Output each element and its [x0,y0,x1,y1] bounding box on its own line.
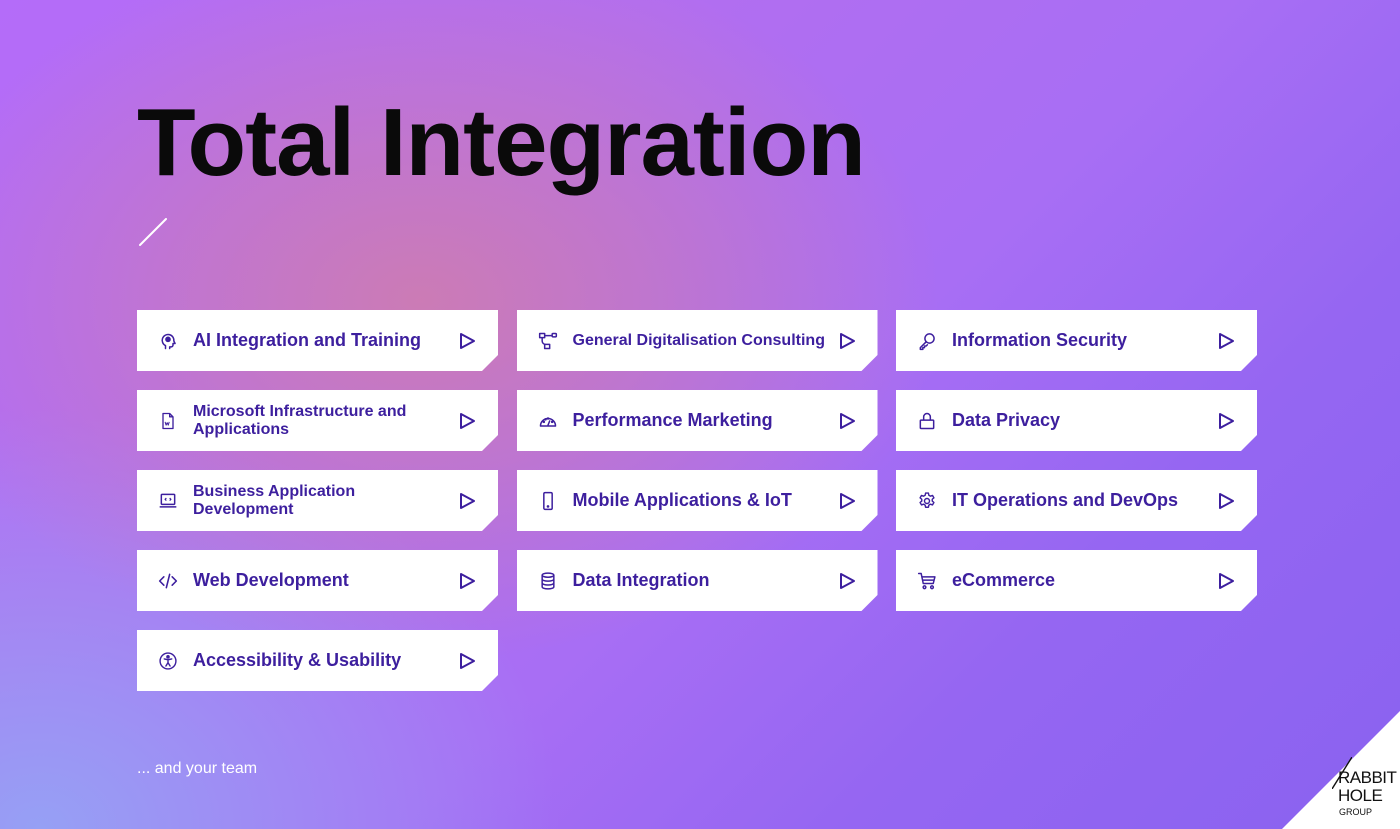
service-card-business-application-development[interactable]: Business Application Development [137,470,498,531]
play-arrow-icon [1217,572,1235,590]
lock-icon [916,410,938,432]
database-icon [537,570,559,592]
logo-line-2: HOLE [1338,786,1383,805]
play-arrow-icon [458,412,476,430]
service-label: IT Operations and DevOps [952,489,1179,510]
service-card-web-development[interactable]: Web Development [137,550,498,611]
service-card-mobile-applications[interactable]: Mobile Applications & IoT [517,470,878,531]
play-arrow-icon [838,412,856,430]
service-card-accessibility-usability[interactable]: Accessibility & Usability [137,630,498,691]
code-icon [157,570,179,592]
play-arrow-icon [458,572,476,590]
service-label: Data Integration [572,569,710,590]
service-card-information-security[interactable]: Information Security [896,310,1257,371]
play-arrow-icon [838,572,856,590]
word-document-icon [157,410,179,432]
service-card-microsoft-infrastructure[interactable]: Microsoft Infrastructure and Application… [137,390,498,451]
play-arrow-icon [1217,412,1235,430]
logo-line-3: GROUP [1339,807,1373,817]
logo-line-1: RABBIT [1338,768,1397,787]
smartphone-icon [537,490,559,512]
play-arrow-icon [458,492,476,510]
service-label: General Digitalisation Consulting [572,331,825,349]
footer-note: ... and your team [137,760,258,777]
service-label: Information Security [952,329,1128,350]
service-card-digitalisation-consulting[interactable]: General Digitalisation Consulting [517,310,878,371]
service-label: Microsoft Infrastructure and Application… [193,403,407,438]
page-title: Total Integration [137,89,866,196]
service-label: AI Integration and Training [193,329,422,350]
service-card-data-integration[interactable]: Data Integration [517,550,878,611]
service-card-ecommerce[interactable]: eCommerce [896,550,1257,611]
play-arrow-icon [458,652,476,670]
service-card-data-privacy[interactable]: Data Privacy [896,390,1257,451]
service-label: Accessibility & Usability [193,649,402,670]
gauge-icon [537,410,559,432]
rabbit-hole-group-logo[interactable]: RABBIT HOLE GROUP [1314,757,1397,825]
service-label: Web Development [193,569,349,590]
slash-divider-icon [139,218,167,246]
service-card-ai-integration[interactable]: AI Integration and Training [137,310,498,371]
laptop-code-icon [157,490,179,512]
workflow-icon [537,330,559,352]
service-label: Data Privacy [952,409,1061,430]
service-label: Performance Marketing [572,409,773,430]
play-arrow-icon [458,332,476,350]
brain-head-icon [157,330,179,352]
service-label: Business Application Development [193,483,356,518]
gear-icon [916,490,938,512]
play-arrow-icon [1217,332,1235,350]
play-arrow-icon [838,492,856,510]
service-card-performance-marketing[interactable]: Performance Marketing [517,390,878,451]
play-arrow-icon [1217,492,1235,510]
service-label: Mobile Applications & IoT [572,489,792,510]
key-icon [916,330,938,352]
accessibility-icon [157,650,179,672]
service-label: eCommerce [952,569,1056,590]
shopping-cart-icon [916,570,938,592]
service-card-it-operations-devops[interactable]: IT Operations and DevOps [896,470,1257,531]
services-grid: AI Integration and Training General Digi… [137,310,1257,691]
play-arrow-icon [838,332,856,350]
